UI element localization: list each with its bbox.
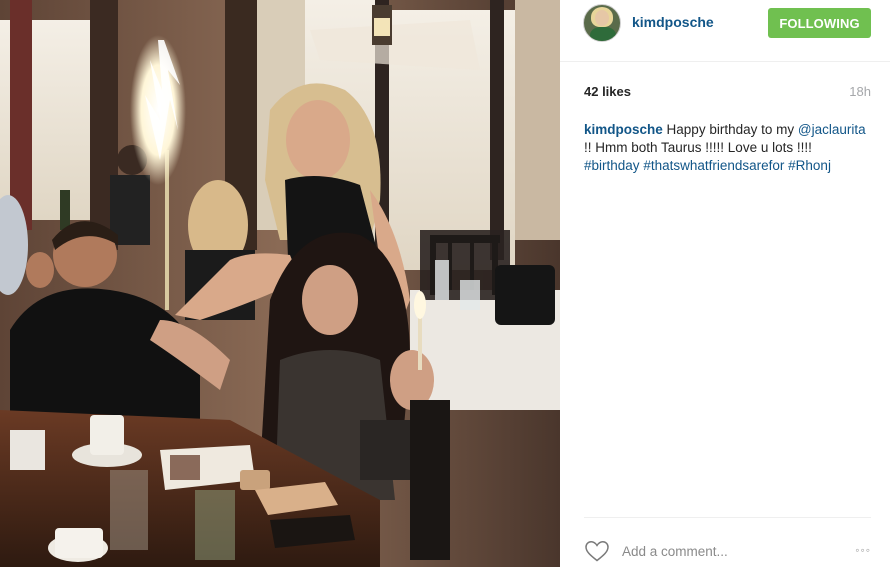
- more-options-icon[interactable]: ◦◦◦: [845, 542, 871, 558]
- caption-text-1: Happy birthday to my: [666, 122, 795, 137]
- likes-count[interactable]: 42 likes: [584, 84, 631, 99]
- photo-illustration: [0, 0, 560, 567]
- caption-mention-link[interactable]: @jaclaurita: [798, 122, 866, 137]
- post-footer: ◦◦◦: [584, 517, 871, 567]
- avatar-face-shape: [595, 10, 609, 26]
- hashtag-rhonj-link[interactable]: #Rhonj: [788, 158, 831, 173]
- add-comment-input[interactable]: [622, 540, 832, 562]
- likes-row: 42 likes 18h: [584, 84, 871, 102]
- hashtag-birthday-link[interactable]: #birthday: [584, 158, 640, 173]
- post-header: kimdposche FOLLOWING: [560, 0, 890, 62]
- heart-outline-icon[interactable]: [584, 539, 610, 563]
- following-button[interactable]: FOLLOWING: [768, 8, 871, 38]
- username-link[interactable]: kimdposche: [632, 14, 714, 30]
- avatar[interactable]: [583, 4, 621, 42]
- post-caption: kimdposche Happy birthday to my @jaclaur…: [584, 121, 871, 175]
- caption-username-link[interactable]: kimdposche: [584, 122, 663, 137]
- avatar-body-shape: [590, 27, 616, 41]
- post-side-panel: kimdposche FOLLOWING 42 likes 18h kimdpo…: [560, 0, 890, 567]
- caption-text-2: !! Hmm both Taurus !!!!! Love u lots !!!…: [584, 140, 812, 155]
- hashtag-friends-link[interactable]: #thatswhatfriendsarefor: [643, 158, 784, 173]
- post-photo[interactable]: [0, 0, 560, 567]
- post-timestamp[interactable]: 18h: [849, 84, 871, 99]
